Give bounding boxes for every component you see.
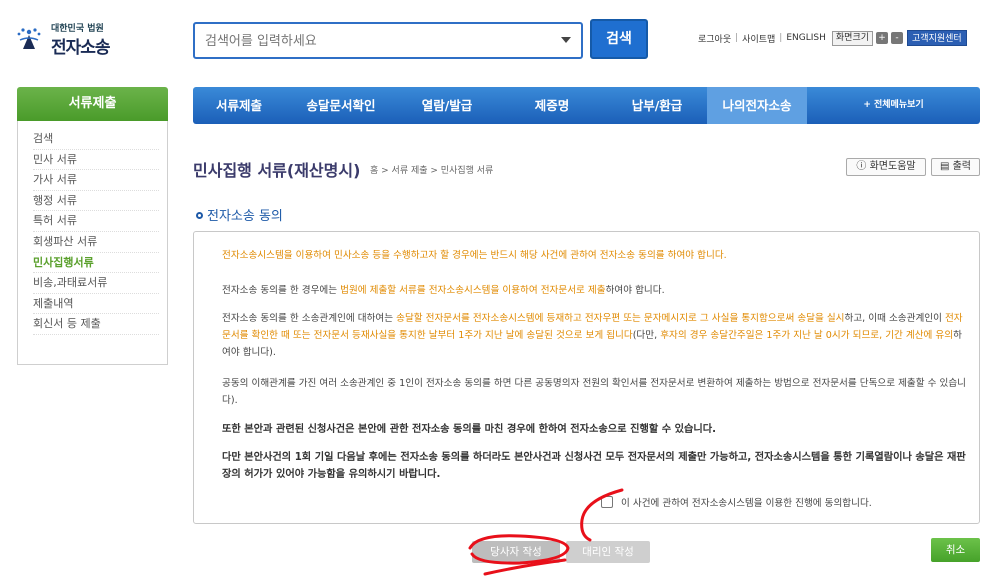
sidebar-menu: 검색 민사 서류 가사 서류 행정 서류 특허 서류 회생파산 서류 민사집행서… bbox=[17, 121, 168, 365]
notice-highlight: 후자의 경우 송달간주일은 1주가 지난 날 0시가 되므로, 기간 계산에 유… bbox=[660, 330, 954, 341]
notice-text: 전자소송시스템을 이용하여 민사소송 등을 수행하고자 할 경우에는 반드시 해… bbox=[222, 250, 727, 261]
logout-link[interactable]: 로그아웃 bbox=[698, 32, 731, 45]
nav-full-menu[interactable]: + 전체메뉴보기 bbox=[807, 87, 980, 124]
nav-my-e-litigation[interactable]: 나의전자소송 bbox=[707, 87, 807, 124]
nav-view-issue[interactable]: 열람/발급 bbox=[397, 87, 497, 124]
search-input[interactable] bbox=[205, 31, 535, 51]
bullet-circle-icon bbox=[196, 212, 203, 219]
sidebar-item-family[interactable]: 가사 서류 bbox=[33, 170, 159, 191]
notice-highlight: 법원에 제출할 서류를 전자소송시스템을 이용하여 전자문서로 제출 bbox=[340, 285, 606, 296]
sidebar-item-patent[interactable]: 특허 서류 bbox=[33, 211, 159, 232]
sidebar-item-search[interactable]: 검색 bbox=[33, 129, 159, 150]
notice-paragraph-4: 공동의 이해관계를 가진 여러 소송관계인 중 1인이 전자소송 동의를 하면 … bbox=[222, 375, 967, 409]
notice-text: 하고, 이때 소송관계인이 bbox=[844, 313, 945, 324]
consent-checkbox-row[interactable]: 이 사건에 관하여 전자소송시스템을 이용한 진행에 동의합니다. bbox=[601, 495, 872, 509]
separator: | bbox=[735, 33, 739, 43]
court-emblem-icon bbox=[17, 28, 41, 49]
print-button[interactable]: ▤ 출력 bbox=[931, 158, 980, 176]
notice-paragraph-1: 전자소송시스템을 이용하여 민사소송 등을 수행하고자 할 경우에는 반드시 해… bbox=[222, 247, 967, 264]
party-write-button[interactable]: 당사자 작성 bbox=[472, 541, 560, 563]
sidebar-title: 서류제출 bbox=[17, 87, 168, 121]
sitemap-link[interactable]: 사이트맵 bbox=[742, 32, 775, 45]
consent-label[interactable]: 이 사건에 관하여 전자소송시스템을 이용한 진행에 동의합니다. bbox=[621, 495, 872, 509]
agent-write-button[interactable]: 대리인 작성 bbox=[566, 541, 650, 563]
notice-paragraph-5: 또한 본안과 관련된 신청사건은 본안에 관한 전자소송 동의를 마친 경우에 … bbox=[222, 421, 967, 438]
notice-highlight: 송달할 전자문서를 전자소송시스템에 등재하고 전자우편 또는 문자메시지로 그… bbox=[396, 313, 845, 324]
notice-paragraph-2: 전자소송 동의를 한 경우에는 법원에 제출할 서류를 전자소송시스템을 이용하… bbox=[222, 282, 967, 299]
nav-service-check[interactable]: 송달문서확인 bbox=[285, 87, 397, 124]
notice-text: 전자소송 동의를 한 소송관계인에 대하여는 bbox=[222, 313, 397, 324]
page-title: 민사집행 서류(재산명시) bbox=[193, 161, 361, 180]
utility-links: 로그아웃 | 사이트맵 | ENGLISH 화면크기 + - 고객지원센터 bbox=[698, 30, 967, 46]
print-label: 출력 bbox=[952, 161, 972, 172]
nav-document-submission[interactable]: 서류제출 bbox=[193, 87, 285, 124]
cancel-button[interactable]: 취소 bbox=[931, 538, 980, 562]
notice-text: (다만, bbox=[632, 330, 661, 341]
section-title: 전자소송 동의 bbox=[196, 205, 283, 224]
notice-text: 공동의 이해관계를 가진 여러 소송관계인 중 1인이 전자소송 동의를 하면 … bbox=[222, 378, 966, 406]
court-logo[interactable]: 대한민국 법원 전자소송 bbox=[14, 18, 124, 58]
sidebar-item-civil-execution[interactable]: 민사집행서류 bbox=[33, 253, 159, 274]
english-link[interactable]: ENGLISH bbox=[786, 33, 826, 43]
sidebar-item-reply-submission[interactable]: 회신서 등 제출 bbox=[33, 314, 159, 335]
main-nav: 서류제출 송달문서확인 열람/발급 제증명 납부/환급 나의전자소송 + 전체메… bbox=[193, 87, 980, 124]
screen-help-label: 화면도움말 bbox=[869, 161, 916, 172]
notice-paragraph-6: 다만 본안사건의 1회 기일 다음날 후에는 전자소송 동의를 하더라도 본안사… bbox=[222, 449, 967, 483]
nav-certificates[interactable]: 제증명 bbox=[497, 87, 607, 124]
search-box bbox=[193, 22, 583, 59]
info-circle-icon: ⓘ bbox=[856, 161, 870, 172]
chevron-down-icon[interactable] bbox=[561, 37, 571, 43]
breadcrumb: 홈 > 서류 제출 > 민사집행 서류 bbox=[370, 166, 494, 176]
section-title-text: 전자소송 동의 bbox=[207, 209, 283, 224]
separator: | bbox=[779, 33, 783, 43]
font-increase-button[interactable]: + bbox=[876, 32, 889, 44]
sidebar-item-non-contentious[interactable]: 비송,과태료서류 bbox=[33, 273, 159, 294]
notice-text: 하여야 합니다. bbox=[605, 285, 665, 296]
customer-center-link[interactable]: 고객지원센터 bbox=[907, 30, 967, 46]
sidebar-item-bankruptcy[interactable]: 회생파산 서류 bbox=[33, 232, 159, 253]
sidebar-item-submission-history[interactable]: 제출내역 bbox=[33, 294, 159, 315]
sidebar-item-admin[interactable]: 행정 서류 bbox=[33, 191, 159, 212]
consent-checkbox[interactable] bbox=[601, 496, 613, 508]
search-button[interactable]: 검색 bbox=[590, 19, 648, 59]
notice-paragraph-3: 전자소송 동의를 한 소송관계인에 대하여는 송달할 전자문서를 전자소송시스템… bbox=[222, 310, 967, 361]
printer-icon: ▤ bbox=[939, 161, 953, 172]
logo-service-name: 전자소송 bbox=[51, 38, 111, 58]
screen-help-button[interactable]: ⓘ 화면도움말 bbox=[846, 158, 926, 176]
notice-text: 또한 본안과 관련된 신청사건은 본안에 관한 전자소송 동의를 마친 경우에 … bbox=[222, 424, 717, 435]
notice-text: 전자소송 동의를 한 경우에는 bbox=[222, 285, 341, 296]
font-size-label: 화면크기 bbox=[831, 30, 874, 46]
sidebar-item-civil[interactable]: 민사 서류 bbox=[33, 150, 159, 171]
notice-text: 다만 본안사건의 1회 기일 다음날 후에는 전자소송 동의를 하더라도 본안사… bbox=[222, 452, 966, 480]
nav-payment-refund[interactable]: 납부/환급 bbox=[607, 87, 707, 124]
font-decrease-button[interactable]: - bbox=[891, 32, 904, 44]
